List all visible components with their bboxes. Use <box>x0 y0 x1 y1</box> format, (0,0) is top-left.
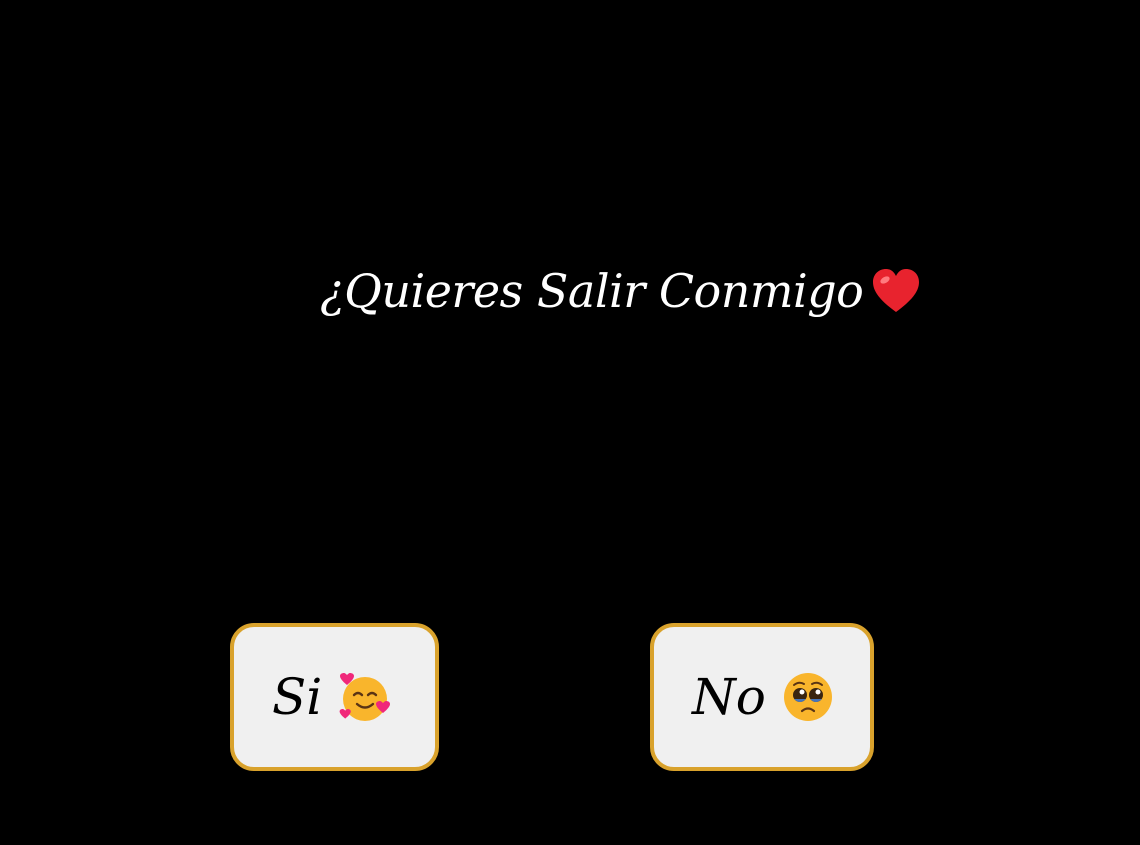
question-text: ¿Quieres Salir Conmigo <box>320 264 864 318</box>
heart-icon <box>873 269 920 312</box>
no-button[interactable]: No <box>650 623 874 771</box>
question-heading: ¿Quieres Salir Conmigo <box>320 268 921 314</box>
yes-button[interactable]: Si <box>230 623 439 771</box>
pleading-face-icon <box>783 673 832 721</box>
no-button-label: No <box>692 668 766 726</box>
smiling-face-with-hearts-icon <box>339 673 391 721</box>
yes-button-label: Si <box>272 668 323 726</box>
page: ¿Quieres Salir Conmigo Si No <box>0 0 1140 845</box>
